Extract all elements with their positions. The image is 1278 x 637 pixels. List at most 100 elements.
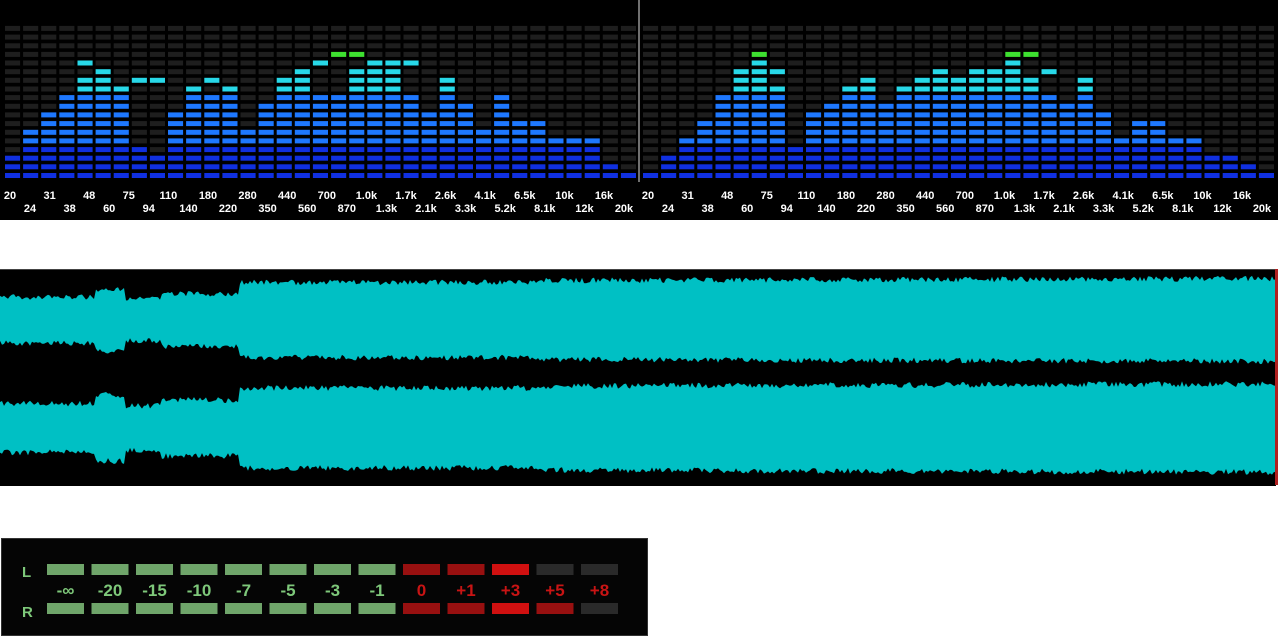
spectrum-segment xyxy=(439,121,455,127)
spectrum-segment xyxy=(1077,34,1093,40)
spectrum-segment xyxy=(751,112,767,118)
spectrum-segment xyxy=(222,173,238,178)
spectrum-segment xyxy=(584,60,600,66)
spectrum-segment xyxy=(385,86,401,92)
spectrum-segment xyxy=(113,112,129,118)
spectrum-segment xyxy=(349,25,365,31)
vu-segment-l xyxy=(269,564,307,575)
spectrum-segment xyxy=(824,155,840,161)
spectrum-segment xyxy=(1204,25,1220,31)
waveform-view[interactable] xyxy=(0,269,1276,486)
spectrum-segment xyxy=(1095,147,1111,153)
spectrum-segment xyxy=(1222,103,1238,109)
spectrum-segment xyxy=(131,60,147,66)
spectrum-segment xyxy=(806,147,822,153)
spectrum-segment xyxy=(602,60,618,66)
spectrum-segment xyxy=(95,138,111,144)
spectrum-segment xyxy=(697,173,713,178)
spectrum-segment xyxy=(222,95,238,101)
spectrum-segment xyxy=(715,43,731,49)
spectrum-segment xyxy=(969,95,985,101)
spectrum-segment xyxy=(349,138,365,144)
spectrum-segment xyxy=(1059,95,1075,101)
spectrum-segment xyxy=(643,51,659,57)
spectrum-segment xyxy=(1023,43,1039,49)
spectrum-segment xyxy=(751,121,767,127)
spectrum-segment xyxy=(969,60,985,66)
vu-tick-label: -10 xyxy=(187,581,212,600)
spectrum-segment xyxy=(1258,60,1274,66)
spectrum-segment xyxy=(620,60,636,66)
spectrum-segment xyxy=(769,147,785,153)
spectrum-segment xyxy=(548,34,564,40)
spectrum-segment xyxy=(331,155,347,161)
spectrum-segment xyxy=(240,51,256,57)
spectrum-segment xyxy=(204,173,220,178)
vu-tick-label: -3 xyxy=(325,581,340,600)
spectrum-segment xyxy=(1041,77,1057,83)
spectrum-segment xyxy=(566,86,582,92)
spectrum-segment xyxy=(1041,103,1057,109)
spectrum-segment xyxy=(566,60,582,66)
spectrum-segment xyxy=(530,173,546,178)
spectrum-segment xyxy=(222,43,238,49)
spectrum-segment xyxy=(842,147,858,153)
spectrum-segment xyxy=(987,138,1003,144)
spectrum-segment xyxy=(186,69,202,75)
spectrum-segment xyxy=(751,77,767,83)
spectrum-segment xyxy=(1077,121,1093,127)
spectrum-segment xyxy=(168,69,184,75)
spectrum-segment xyxy=(1186,69,1202,75)
spectrum-segment xyxy=(860,147,876,153)
spectrum-segment xyxy=(1240,155,1256,161)
spectrum-segment xyxy=(620,112,636,118)
spectrum-segment xyxy=(769,121,785,127)
spectrum-segment xyxy=(1077,95,1093,101)
spectrum-segment xyxy=(168,51,184,57)
spectrum-segment xyxy=(258,129,274,135)
spectrum-segment xyxy=(294,77,310,83)
spectrum-segment xyxy=(769,25,785,31)
spectrum-segment xyxy=(548,95,564,101)
spectrum-segment xyxy=(367,129,383,135)
spectrum-segment xyxy=(697,138,713,144)
spectrum-segment xyxy=(679,173,695,178)
spectrum-segment xyxy=(59,95,75,101)
freq-label-top: 1.7k xyxy=(1033,190,1055,202)
spectrum-segment xyxy=(661,155,677,161)
spectrum-segment xyxy=(661,60,677,66)
spectrum-segment xyxy=(751,147,767,153)
spectrum-segment xyxy=(878,138,894,144)
spectrum-segment xyxy=(1186,51,1202,57)
freq-label-bottom: 38 xyxy=(63,203,75,215)
spectrum-segment xyxy=(584,34,600,40)
spectrum-segment xyxy=(566,147,582,153)
spectrum-segment xyxy=(131,69,147,75)
freq-label-top: 16k xyxy=(1233,190,1252,202)
spectrum-segment xyxy=(969,77,985,83)
spectrum-segment xyxy=(932,155,948,161)
spectrum-segment xyxy=(331,95,347,101)
spectrum-segment xyxy=(1059,129,1075,135)
spectrum-segment xyxy=(548,138,564,144)
spectrum-segment xyxy=(294,103,310,109)
spectrum-segment xyxy=(186,129,202,135)
spectrum-segment xyxy=(1041,155,1057,161)
spectrum-segment xyxy=(240,112,256,118)
spectrum-segment xyxy=(824,69,840,75)
spectrum-segment xyxy=(1222,51,1238,57)
spectrum-segment xyxy=(1059,60,1075,66)
spectrum-segment xyxy=(932,25,948,31)
spectrum-segment xyxy=(95,25,111,31)
spectrum-segment xyxy=(204,86,220,92)
spectrum-segment xyxy=(1258,43,1274,49)
spectrum-segment xyxy=(969,103,985,109)
spectrum-segment xyxy=(548,25,564,31)
spectrum-segment xyxy=(349,103,365,109)
vu-tick-label: -7 xyxy=(236,581,251,600)
spectrum-segment xyxy=(787,86,803,92)
spectrum-segment xyxy=(294,155,310,161)
freq-label-top: 180 xyxy=(199,190,217,202)
spectrum-segment xyxy=(186,25,202,31)
spectrum-segment xyxy=(806,173,822,178)
